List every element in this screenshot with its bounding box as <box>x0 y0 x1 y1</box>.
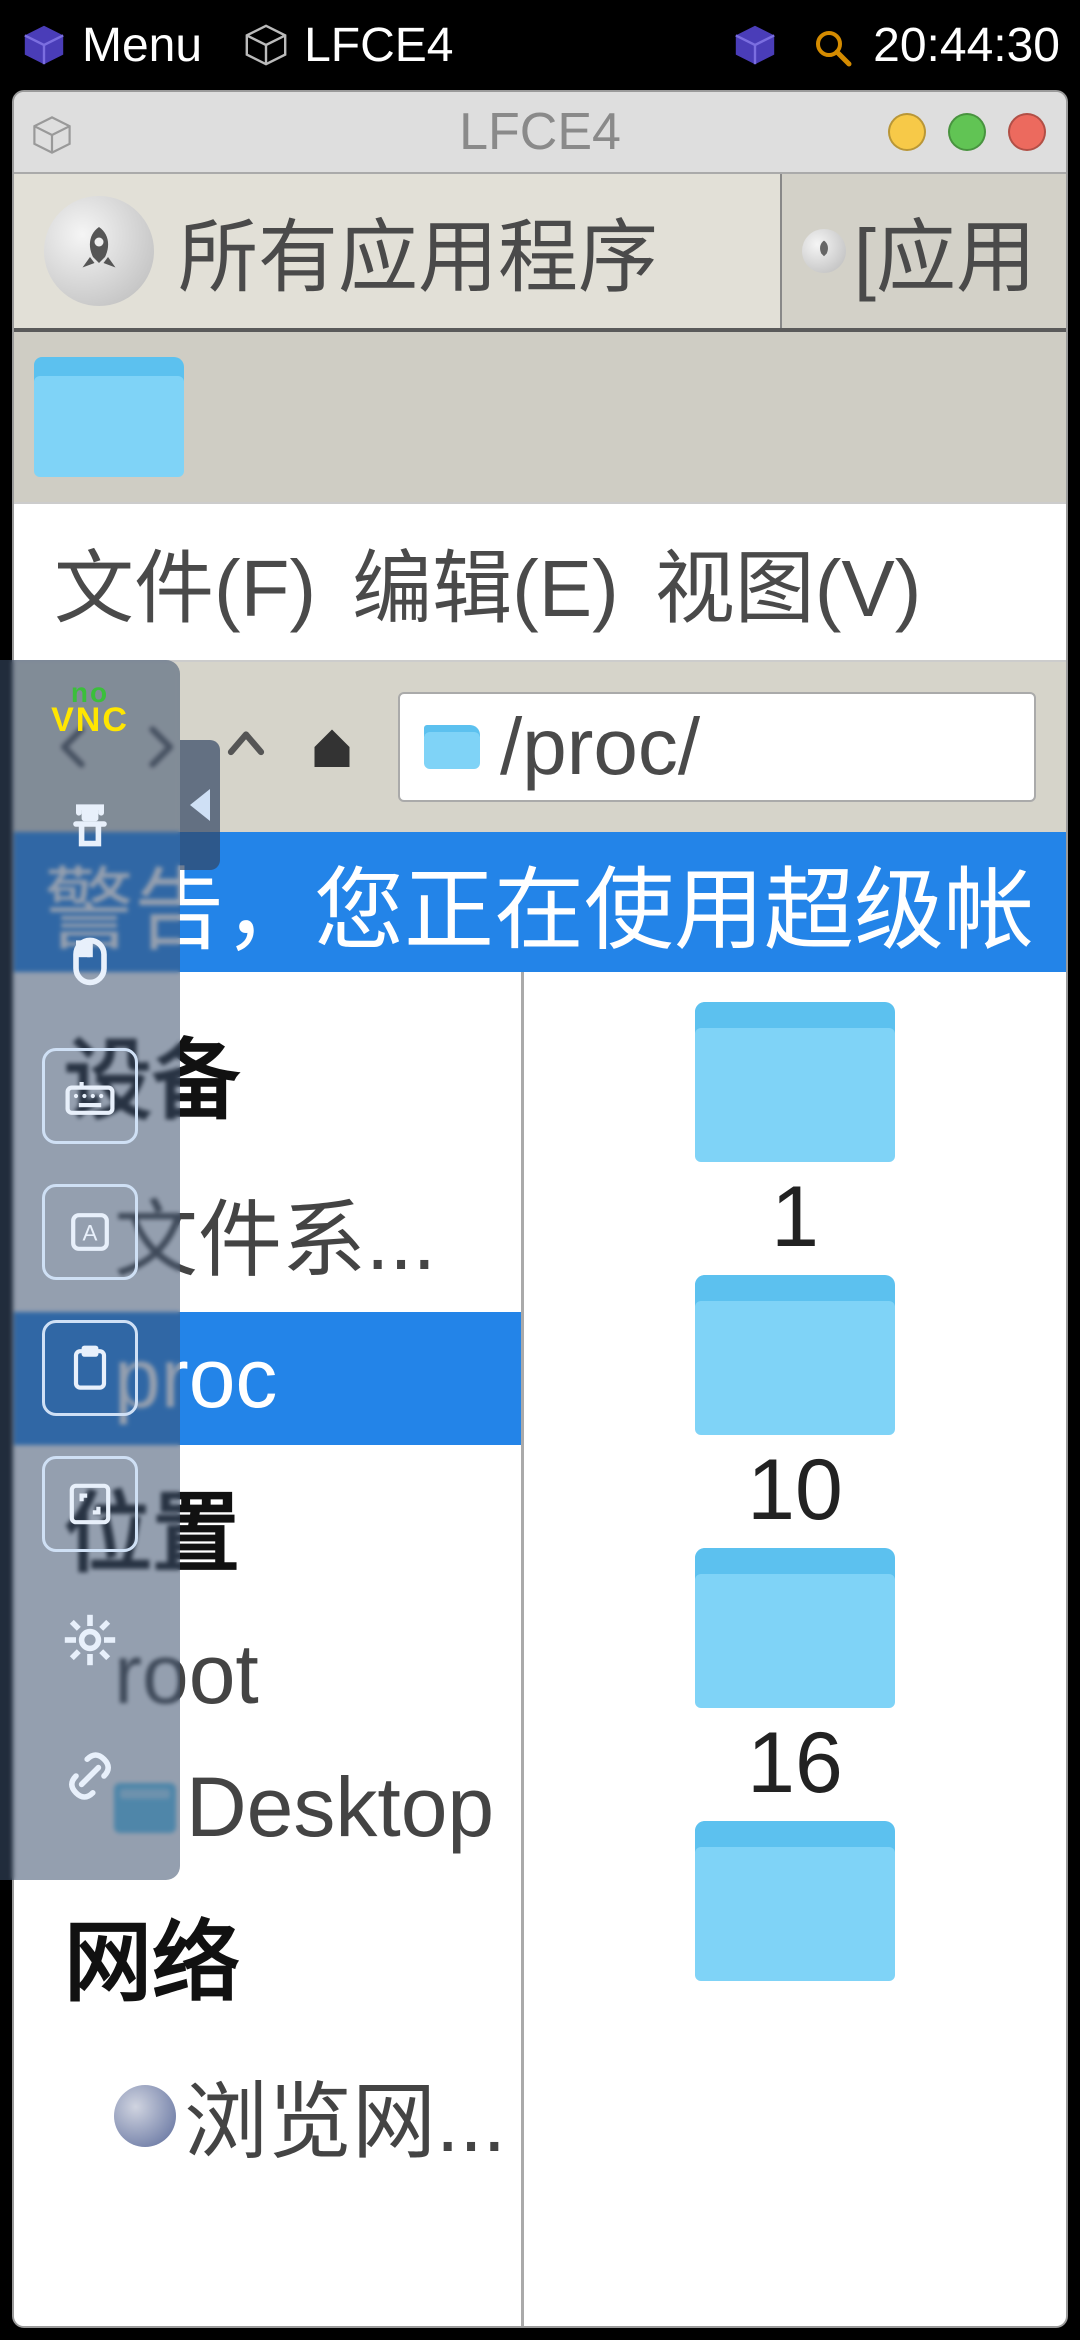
window-controls <box>888 113 1046 151</box>
novnc-logo-bottom: VNC <box>51 701 129 739</box>
menu-label[interactable]: Menu <box>82 18 202 73</box>
sidebar-item-label: 浏览网... <box>184 2055 506 2176</box>
clock: 20:44:30 <box>873 18 1060 73</box>
tray-cube-icon[interactable] <box>731 21 779 69</box>
chevron-left-icon <box>190 789 210 821</box>
folder-item[interactable]: 1 <box>695 1002 895 1267</box>
rocket-icon <box>802 229 846 273</box>
tab-all-apps-label: 所有应用程序 <box>178 193 658 309</box>
task-wireframe-icon[interactable] <box>242 21 290 69</box>
launcher-folder-icon[interactable] <box>34 357 184 477</box>
window-title: LFCE4 <box>459 102 621 162</box>
folder-icon <box>695 1821 895 1981</box>
path-entry[interactable]: /proc/ <box>398 692 1036 802</box>
sidebar-header-network: 网络 <box>14 1874 521 2037</box>
rocket-icon <box>44 196 154 306</box>
folder-item[interactable] <box>695 1821 895 1981</box>
novnc-settings-button[interactable] <box>42 1592 138 1688</box>
folder-item[interactable]: 16 <box>695 1548 895 1813</box>
svg-text:A: A <box>83 1220 98 1245</box>
folder-name: 10 <box>747 1441 843 1540</box>
novnc-disconnect-button[interactable] <box>42 1728 138 1824</box>
nav-home-button[interactable] <box>302 717 362 777</box>
menu-edit[interactable]: 编辑(E) <box>352 524 619 640</box>
filemanager-menubar: 文件(F) 编辑(E) 视图(V) <box>14 502 1066 662</box>
novnc-drag-button[interactable] <box>42 776 138 872</box>
folder-icon <box>695 1275 895 1435</box>
path-folder-icon <box>424 725 480 769</box>
phone-status-bar: Menu LFCE4 20:44:30 <box>0 0 1080 90</box>
folder-item[interactable]: 10 <box>695 1275 895 1540</box>
menu-file[interactable]: 文件(F) <box>54 524 316 640</box>
novnc-clipboard-button[interactable] <box>42 1320 138 1416</box>
folder-name: 16 <box>747 1714 843 1813</box>
menu-cube-icon[interactable] <box>20 21 68 69</box>
tab-app-active[interactable]: [应用 <box>780 174 1066 328</box>
tab-all-apps[interactable]: 所有应用程序 <box>14 174 780 328</box>
novnc-handle[interactable] <box>180 740 220 870</box>
path-text: /proc/ <box>500 701 700 793</box>
launcher-tabbar: 所有应用程序 [应用 <box>14 172 1066 332</box>
tab-app-active-label: [应用 <box>854 193 1036 309</box>
folder-icon <box>695 1548 895 1708</box>
nav-up-button[interactable] <box>216 717 276 777</box>
folder-icon <box>695 1002 895 1162</box>
sidebar-item-browse-network[interactable]: 浏览网... <box>14 2037 521 2194</box>
folder-icon-view[interactable]: 1 10 16 <box>524 972 1066 2326</box>
sidebar-item-label: Desktop <box>186 1759 494 1856</box>
task-title[interactable]: LFCE4 <box>304 18 453 73</box>
menu-view[interactable]: 视图(V) <box>655 524 922 640</box>
novnc-keyboard-button[interactable] <box>42 1048 138 1144</box>
folder-name: 1 <box>771 1168 819 1267</box>
search-icon[interactable] <box>813 25 853 65</box>
novnc-mouse-button[interactable] <box>42 912 138 1008</box>
minimize-button[interactable] <box>888 113 926 151</box>
launcher-folder-row <box>14 332 1066 502</box>
novnc-extra-keys-button[interactable]: A <box>42 1184 138 1280</box>
novnc-logo: no VNC <box>51 680 129 736</box>
globe-icon <box>114 2085 176 2147</box>
novnc-fullscreen-button[interactable] <box>42 1456 138 1552</box>
close-button[interactable] <box>1008 113 1046 151</box>
maximize-button[interactable] <box>948 113 986 151</box>
window-titlebar[interactable]: LFCE4 <box>14 92 1066 172</box>
novnc-controlbar: no VNC A <box>0 660 180 1880</box>
titlebar-wireframe-icon <box>30 110 74 154</box>
